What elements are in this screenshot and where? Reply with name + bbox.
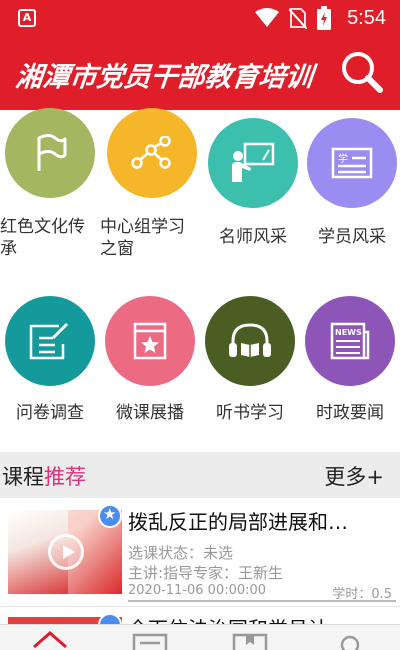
bookmark-icon (232, 633, 268, 650)
svg-text:学: 学 (338, 152, 348, 165)
grid-item-label: 问卷调查 (16, 403, 84, 423)
grid-circle (208, 118, 298, 208)
wifi-icon (255, 8, 280, 27)
grid-item-label: 红色文化传承 (0, 217, 85, 259)
grid-item-famous-teachers[interactable]: 名师风采 (203, 118, 303, 248)
course-date: 2020-11-06 00:00:00 (128, 583, 267, 598)
grid-item-label: 听书学习 (216, 403, 284, 423)
play-icon (48, 534, 84, 570)
app-header: 湘潭市党员干部教育培训 (0, 36, 400, 110)
grid-item-study-window[interactable]: 中心组学习之窗 (100, 108, 200, 260)
grid-item-label: 名师风采 (219, 227, 287, 247)
network-icon (131, 136, 171, 169)
course-recommend-header: 课程推荐 更多+ (0, 452, 400, 498)
search-button[interactable] (340, 50, 384, 94)
grid-item-student-style[interactable]: 学 学员风采 (302, 118, 400, 248)
section-title-accent: 推荐 (44, 465, 86, 489)
search-icon (342, 52, 383, 93)
tab-courses[interactable] (132, 631, 168, 650)
grid-circle (5, 108, 95, 198)
no-sim-icon (289, 8, 308, 29)
flag-icon (37, 134, 67, 171)
grid-circle: 学 (307, 118, 397, 208)
svg-text:NEWS: NEWS (335, 328, 362, 337)
grid-circle (205, 296, 295, 386)
grid-circle: NEWS (305, 296, 395, 386)
status-icons: 5:54 (255, 6, 386, 30)
grid-item-label: 时政要闻 (316, 403, 384, 423)
course-divider (128, 600, 396, 602)
profile-icon (340, 635, 360, 650)
grid-item-label: 中心组学习之窗 (100, 217, 185, 259)
more-link[interactable]: 更多+ (324, 461, 384, 491)
course-card[interactable]: 拨乱反正的局部进展和… 选课状态：未选 主讲:指导专家：王新生 2020-11-… (0, 498, 400, 608)
tab-profile[interactable] (332, 631, 368, 650)
course-lecturer: 主讲:指导专家：王新生 (128, 564, 284, 582)
student-card-icon: 学 (331, 147, 373, 179)
course-list-icon (132, 633, 168, 650)
grid-circle (5, 296, 95, 386)
newspaper-icon: NEWS (330, 322, 370, 360)
clock: 5:54 (347, 6, 386, 29)
grid-item-current-affairs[interactable]: NEWS 时政要闻 (300, 296, 400, 424)
teacher-board-icon (232, 142, 275, 182)
grid-item-micro-course[interactable]: 微课展播 (100, 296, 200, 424)
tab-bookmarks[interactable] (232, 631, 268, 650)
grid-item-questionnaire[interactable]: 问卷调查 (0, 296, 100, 424)
page-title: 湘潭市党员干部教育培训 (14, 62, 315, 93)
app-notification-icon: A (18, 9, 36, 27)
course-title: 拨乱反正的局部进展和… (128, 510, 348, 534)
tab-home[interactable] (32, 631, 68, 650)
course-status: 选课状态：未选 (128, 544, 234, 562)
section-title: 课程推荐 (2, 461, 86, 491)
grid-item-red-culture[interactable]: 红色文化传承 (0, 108, 100, 260)
grid-item-audiobook[interactable]: 听书学习 (200, 296, 300, 424)
status-bar: A 5:54 (0, 0, 400, 36)
bottom-tab-bar (0, 624, 400, 650)
questionnaire-icon (29, 322, 69, 360)
headphones-book-icon (229, 323, 271, 357)
grid-item-label: 学员风采 (318, 227, 386, 247)
grid-circle (105, 296, 195, 386)
grid-item-label: 微课展播 (116, 403, 184, 423)
section-title-plain: 课程 (2, 465, 44, 489)
star-video-icon (133, 322, 167, 360)
grid-circle (107, 108, 197, 198)
home-icon (33, 631, 67, 649)
battery-charging-icon (317, 6, 332, 30)
star-badge-icon (98, 504, 122, 528)
